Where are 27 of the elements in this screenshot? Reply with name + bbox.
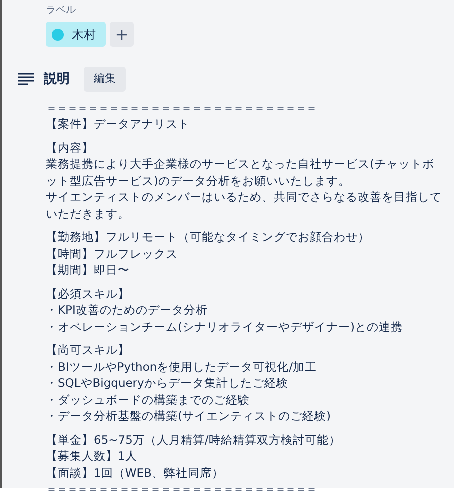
description-line: 【期間】即日〜 bbox=[46, 262, 131, 278]
description-line: 【案件】データアナリスト bbox=[46, 116, 191, 132]
description-line: 【募集人数】1人 bbox=[46, 448, 138, 464]
description-line: 【単金】65~75万（人月精算/時給精算双方検討可能） bbox=[46, 432, 342, 448]
description-line: ・KPI改善のためのデータ分析 bbox=[46, 302, 209, 318]
description-line: 【必須スキル】 bbox=[46, 286, 131, 302]
description-line: 【尚可スキル】 bbox=[46, 342, 131, 358]
description-line: ・オペレーションチーム(シナリオライターやデザイナー)との連携 bbox=[46, 318, 404, 335]
description-line: ・データ分析基盤の構築(サイエンティストのご経験) bbox=[46, 408, 332, 424]
label-text: 木村 bbox=[72, 26, 96, 44]
description-lines-icon bbox=[18, 73, 34, 86]
description-line: 【内容】 bbox=[46, 140, 95, 156]
section-label: ラベル bbox=[45, 4, 77, 18]
section-title: 説明 bbox=[44, 70, 70, 88]
description-line: 【面談】1回（WEB、弊社同席） bbox=[46, 464, 225, 481]
description-line: 【勤務地】フルリモート（可能なタイミングでお顔合わせ） bbox=[46, 229, 371, 246]
description-line: ・ダッシュボードの構築までのご経験 bbox=[46, 392, 251, 408]
description-line: ・BIツールやPythonを使用したデータ可視化/加工 bbox=[46, 358, 318, 375]
description-line: ・SQLやBigqueryからデータ集計したご経験 bbox=[46, 375, 290, 392]
divider-text: ＝＝＝＝＝＝＝＝＝＝＝＝＝＝＝＝＝＝＝＝＝＝＝＝＝＝ bbox=[46, 481, 318, 498]
description-line: 業務提携により大手企業様のサービスとなった自社サービス(チャットボット型広告サービス)のデータ分析をお願いいたします。 bbox=[46, 156, 436, 189]
description-line: サイエンティストのメンバーはいるため、共同でさらなる改善を目指していただきます。 bbox=[46, 189, 443, 222]
label-chip[interactable]: 木村 bbox=[46, 22, 106, 47]
add-label-button[interactable]: + bbox=[110, 22, 134, 47]
divider-text: ＝＝＝＝＝＝＝＝＝＝＝＝＝＝＝＝＝＝＝＝＝＝＝＝＝＝ bbox=[46, 100, 318, 116]
description-line: 【時間】フルフレックス bbox=[46, 246, 179, 262]
edit-button[interactable]: 編集 bbox=[84, 67, 126, 92]
